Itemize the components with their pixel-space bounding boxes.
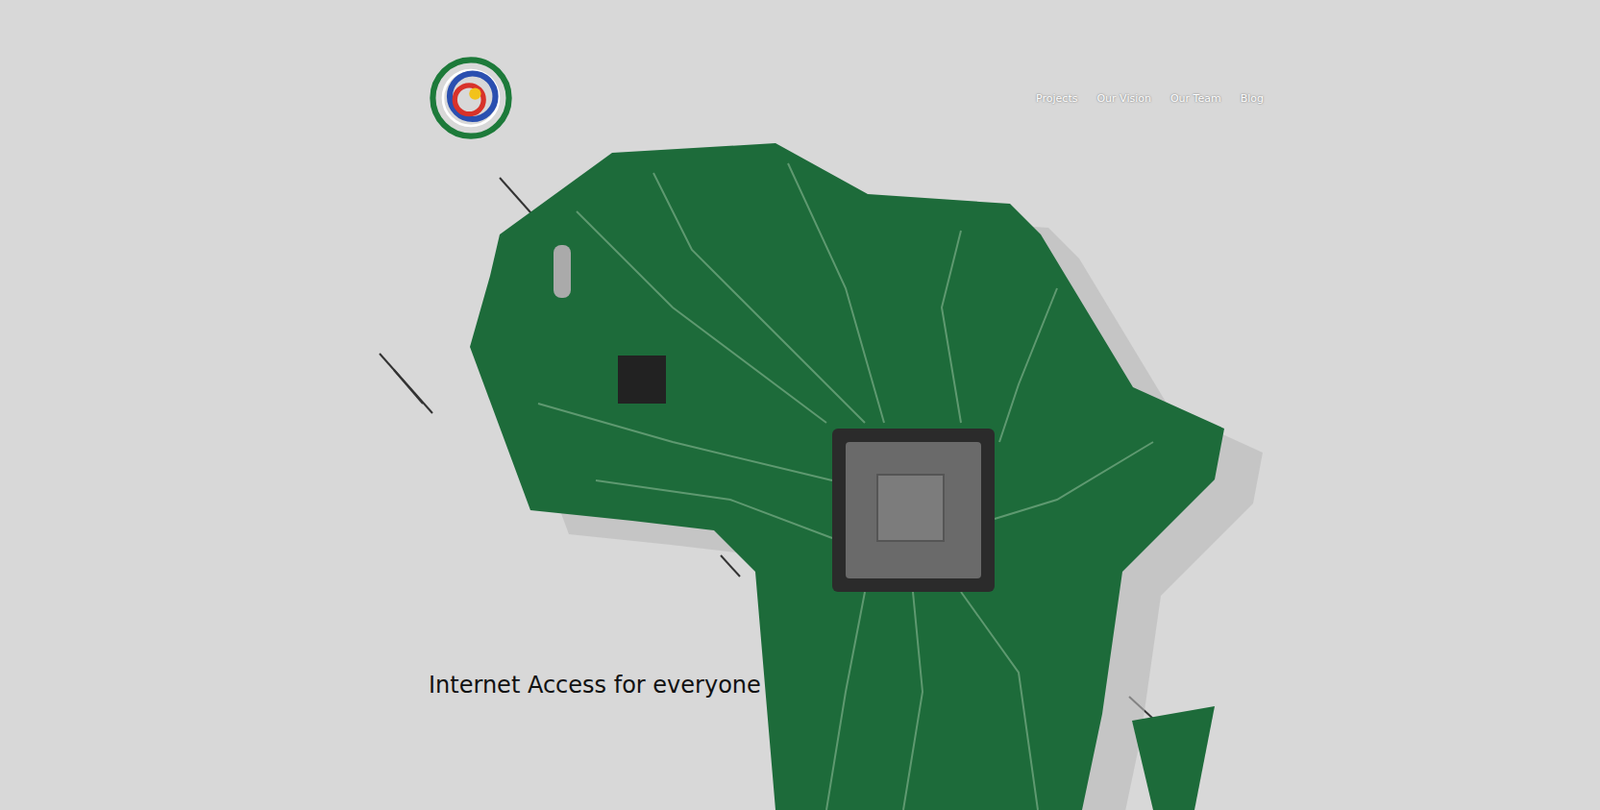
page: Projects Our Vision Our Team Blog Internet …: [0, 0, 1600, 810]
nav-link[interactable]: Projects: [1035, 92, 1078, 105]
hero: Internet Access for everyone: [0, 140, 1600, 699]
site-header: Projects Our Vision Our Team Blog: [0, 0, 1600, 141]
logo-icon[interactable]: [428, 55, 514, 141]
africa-circuit-image: [0, 0, 1600, 810]
nav-link[interactable]: Our Vision: [1096, 92, 1151, 105]
hero-headline: Internet Access for everyone: [428, 671, 1600, 699]
nav-link[interactable]: Our Team: [1170, 92, 1222, 105]
main-nav: Projects Our Vision Our Team Blog: [1035, 92, 1264, 105]
nav-link[interactable]: Blog: [1240, 92, 1264, 105]
